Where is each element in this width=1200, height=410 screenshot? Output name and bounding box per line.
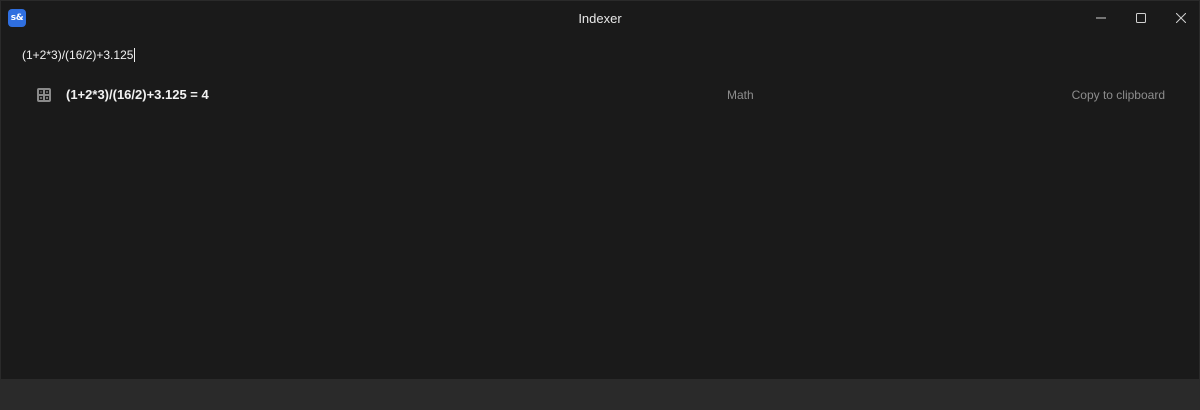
result-item[interactable]: (1+2*3)/(16/2)+3.125 = 4 Math Copy to cl…: [21, 83, 1181, 107]
maximize-icon: [1136, 13, 1146, 23]
status-bar: [1, 379, 1199, 409]
result-category: Math: [727, 88, 754, 102]
minimize-icon: [1096, 17, 1106, 19]
title-bar[interactable]: s& Indexer: [1, 1, 1199, 35]
close-button[interactable]: [1158, 1, 1200, 35]
close-icon: [1176, 13, 1186, 23]
copy-to-clipboard-action[interactable]: Copy to clipboard: [1072, 88, 1165, 102]
search-query-text[interactable]: (1+2*3)/(16/2)+3.125: [22, 48, 133, 62]
text-caret: [134, 48, 136, 62]
calculator-icon: [37, 88, 51, 102]
app-window: s& Indexer (1+2*3)/(16/2)+3.125 (1+2*3)/…: [0, 0, 1200, 410]
window-title: Indexer: [578, 11, 622, 26]
search-input[interactable]: (1+2*3)/(16/2)+3.125: [22, 46, 136, 64]
result-title: (1+2*3)/(16/2)+3.125 = 4: [66, 87, 209, 102]
